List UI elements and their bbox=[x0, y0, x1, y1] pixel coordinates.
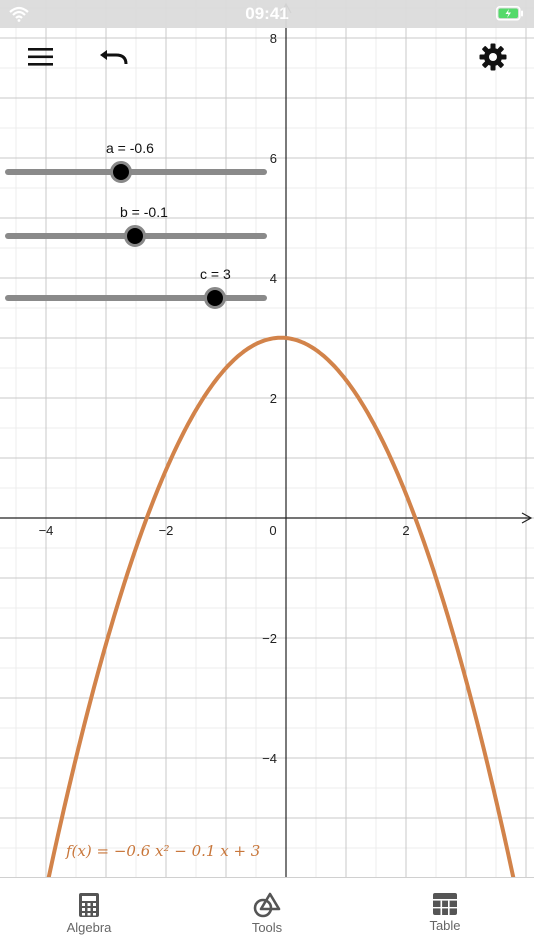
tab-tools-label: Tools bbox=[251, 920, 283, 935]
table-icon bbox=[433, 893, 457, 915]
slider-c-track[interactable] bbox=[5, 295, 267, 301]
slider-a[interactable]: a = -0.6 bbox=[0, 136, 280, 196]
y-tick-label: 8 bbox=[270, 31, 277, 46]
function-formula[interactable]: f(x) = −0.6 x² − 0.1 x + 3 bbox=[66, 842, 260, 860]
x-tick-label: −4 bbox=[39, 523, 54, 538]
slider-b-thumb[interactable] bbox=[124, 225, 146, 247]
x-tick-label: 2 bbox=[402, 523, 409, 538]
tools-icon bbox=[253, 892, 281, 918]
settings-gear-icon[interactable] bbox=[478, 42, 508, 72]
tab-table-label: Table bbox=[429, 918, 461, 933]
slider-c-label: c = 3 bbox=[200, 266, 231, 282]
graph-canvas[interactable]: −4 −2 0 28642−2−4 bbox=[0, 0, 534, 877]
menu-icon[interactable] bbox=[26, 44, 56, 70]
y-tick-label: 2 bbox=[270, 391, 277, 406]
tab-table[interactable]: Table bbox=[356, 878, 534, 951]
slider-c[interactable]: c = 3 bbox=[0, 262, 280, 322]
tab-tools[interactable]: Tools bbox=[178, 878, 356, 951]
slider-a-label: a = -0.6 bbox=[106, 140, 154, 156]
bottom-tab-bar: Algebra Tools Table bbox=[0, 877, 534, 951]
x-tick-label: −2 bbox=[159, 523, 174, 538]
y-tick-label: −4 bbox=[262, 751, 277, 766]
calculator-icon bbox=[79, 893, 99, 917]
status-bar: 09:41 bbox=[0, 0, 534, 28]
status-time: 09:41 bbox=[245, 4, 289, 23]
slider-a-track[interactable] bbox=[5, 169, 267, 175]
tab-algebra-label: Algebra bbox=[66, 920, 112, 935]
slider-a-thumb[interactable] bbox=[110, 161, 132, 183]
slider-b[interactable]: b = -0.1 bbox=[0, 200, 280, 260]
x-tick-label: 0 bbox=[269, 523, 276, 538]
undo-icon[interactable] bbox=[98, 44, 130, 70]
slider-c-thumb[interactable] bbox=[204, 287, 226, 309]
slider-b-label: b = -0.1 bbox=[120, 204, 168, 220]
tab-algebra[interactable]: Algebra bbox=[0, 878, 178, 951]
battery-icon bbox=[496, 6, 523, 21]
function-curve[interactable] bbox=[46, 335, 516, 877]
y-tick-label: −2 bbox=[262, 631, 277, 646]
